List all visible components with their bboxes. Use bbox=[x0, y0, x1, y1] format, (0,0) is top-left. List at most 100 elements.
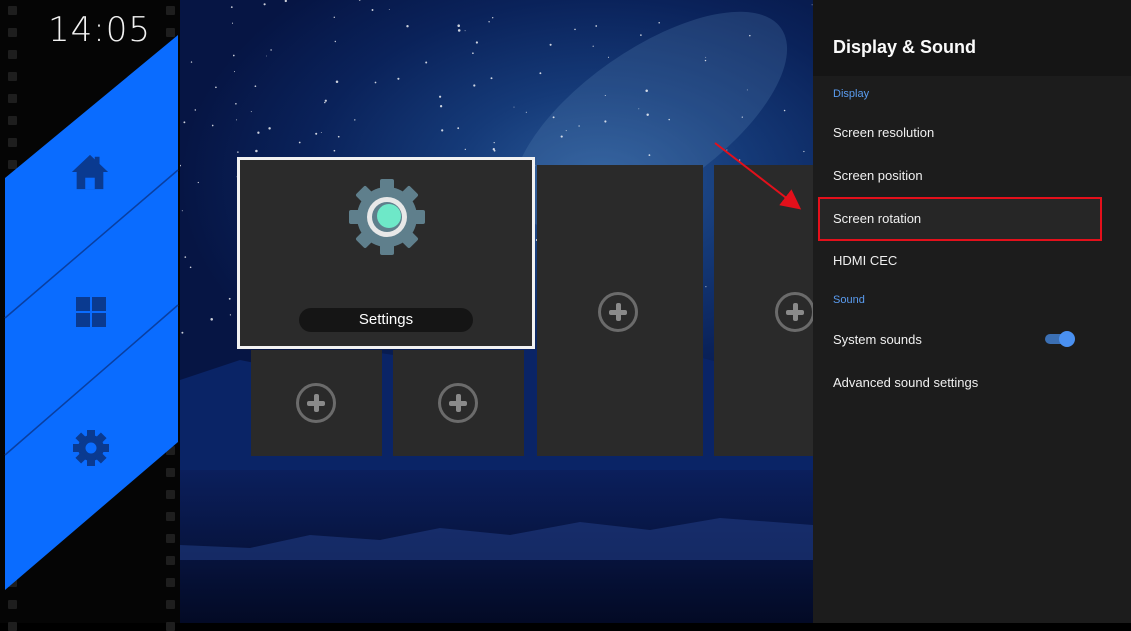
star bbox=[648, 154, 651, 157]
settings-gear-icon bbox=[349, 179, 425, 255]
film-hole bbox=[166, 622, 175, 631]
star bbox=[441, 129, 444, 132]
star bbox=[705, 286, 707, 288]
star bbox=[525, 111, 527, 113]
gear-icon[interactable] bbox=[71, 428, 111, 468]
star bbox=[457, 29, 461, 32]
star bbox=[646, 113, 649, 117]
panel-title: Display & Sound bbox=[833, 37, 977, 57]
star bbox=[439, 95, 442, 98]
star bbox=[250, 111, 252, 113]
star bbox=[233, 71, 236, 73]
clock: 14:05 bbox=[48, 10, 151, 50]
star bbox=[592, 45, 594, 47]
star bbox=[190, 61, 193, 63]
system-sounds-toggle[interactable] bbox=[1045, 331, 1075, 347]
add-icon bbox=[296, 383, 336, 423]
star bbox=[315, 132, 318, 135]
star bbox=[324, 101, 326, 104]
menu-item-system-sounds[interactable]: System sounds bbox=[833, 332, 922, 347]
star bbox=[457, 24, 460, 27]
star bbox=[298, 141, 301, 144]
star bbox=[232, 54, 235, 57]
star bbox=[255, 149, 258, 153]
add-icon bbox=[775, 292, 815, 332]
add-icon bbox=[598, 292, 638, 332]
star bbox=[704, 59, 707, 62]
star bbox=[493, 142, 495, 144]
star bbox=[640, 34, 642, 36]
star bbox=[337, 135, 340, 138]
star bbox=[705, 56, 707, 58]
star bbox=[184, 256, 187, 258]
star bbox=[374, 81, 377, 84]
settings-tile[interactable]: Settings bbox=[237, 157, 535, 349]
star bbox=[668, 118, 670, 121]
star bbox=[320, 132, 322, 134]
star bbox=[425, 61, 428, 64]
section-header-sound: Sound bbox=[833, 294, 865, 306]
app-tile-empty[interactable] bbox=[537, 165, 703, 456]
star bbox=[464, 30, 466, 32]
star bbox=[406, 25, 409, 28]
menu-item-screen-resolution[interactable]: Screen resolution bbox=[833, 125, 934, 140]
star bbox=[183, 121, 186, 124]
home-icon[interactable] bbox=[70, 152, 110, 192]
menu-item-screen-rotation[interactable]: Screen rotation bbox=[833, 211, 921, 226]
star bbox=[180, 164, 181, 167]
star bbox=[638, 108, 640, 110]
menu-item-screen-rotation-highlight[interactable]: Screen rotation bbox=[818, 197, 1102, 241]
star bbox=[574, 28, 576, 31]
star bbox=[197, 181, 199, 184]
annotation-arrow bbox=[714, 142, 802, 210]
star bbox=[181, 331, 184, 334]
panel-header: Display & Sound bbox=[813, 0, 1131, 76]
star bbox=[229, 314, 232, 316]
star bbox=[333, 149, 336, 152]
star bbox=[595, 25, 598, 27]
section-header-display: Display bbox=[833, 88, 870, 100]
film-hole bbox=[8, 622, 17, 631]
star bbox=[270, 49, 272, 51]
star bbox=[230, 6, 233, 8]
star bbox=[263, 3, 266, 6]
display-sound-panel: Display & Sound Display Screen resolutio… bbox=[813, 0, 1131, 623]
star bbox=[604, 120, 607, 123]
star bbox=[513, 106, 515, 108]
star bbox=[194, 109, 197, 111]
menu-item-screen-position[interactable]: Screen position bbox=[833, 168, 923, 183]
star bbox=[210, 318, 213, 321]
star bbox=[658, 21, 660, 24]
windows-icon[interactable] bbox=[71, 292, 111, 332]
star bbox=[749, 34, 751, 37]
star bbox=[237, 151, 239, 153]
star bbox=[266, 55, 267, 57]
star bbox=[490, 77, 493, 80]
star bbox=[493, 149, 496, 152]
star bbox=[228, 297, 231, 300]
star bbox=[741, 116, 743, 118]
settings-tile-label: Settings bbox=[299, 308, 473, 332]
menu-item-advanced-sound-settings[interactable]: Advanced sound settings bbox=[833, 375, 978, 390]
star bbox=[254, 85, 257, 88]
menu-item-hdmi-cec[interactable]: HDMI CEC bbox=[833, 253, 897, 268]
star bbox=[473, 84, 476, 87]
star bbox=[492, 17, 494, 19]
star bbox=[539, 72, 542, 75]
star bbox=[284, 0, 287, 3]
star bbox=[472, 52, 474, 55]
star bbox=[215, 86, 217, 89]
star bbox=[397, 77, 400, 80]
app-tile-empty[interactable] bbox=[393, 350, 524, 456]
star bbox=[565, 130, 567, 132]
star bbox=[457, 127, 460, 130]
star bbox=[488, 21, 490, 23]
app-tile-empty[interactable] bbox=[251, 350, 382, 456]
star bbox=[333, 16, 336, 19]
star bbox=[578, 125, 580, 127]
star bbox=[783, 109, 786, 112]
toggle-knob bbox=[1059, 331, 1075, 347]
star bbox=[371, 9, 374, 11]
star bbox=[560, 135, 563, 138]
star bbox=[324, 99, 327, 102]
